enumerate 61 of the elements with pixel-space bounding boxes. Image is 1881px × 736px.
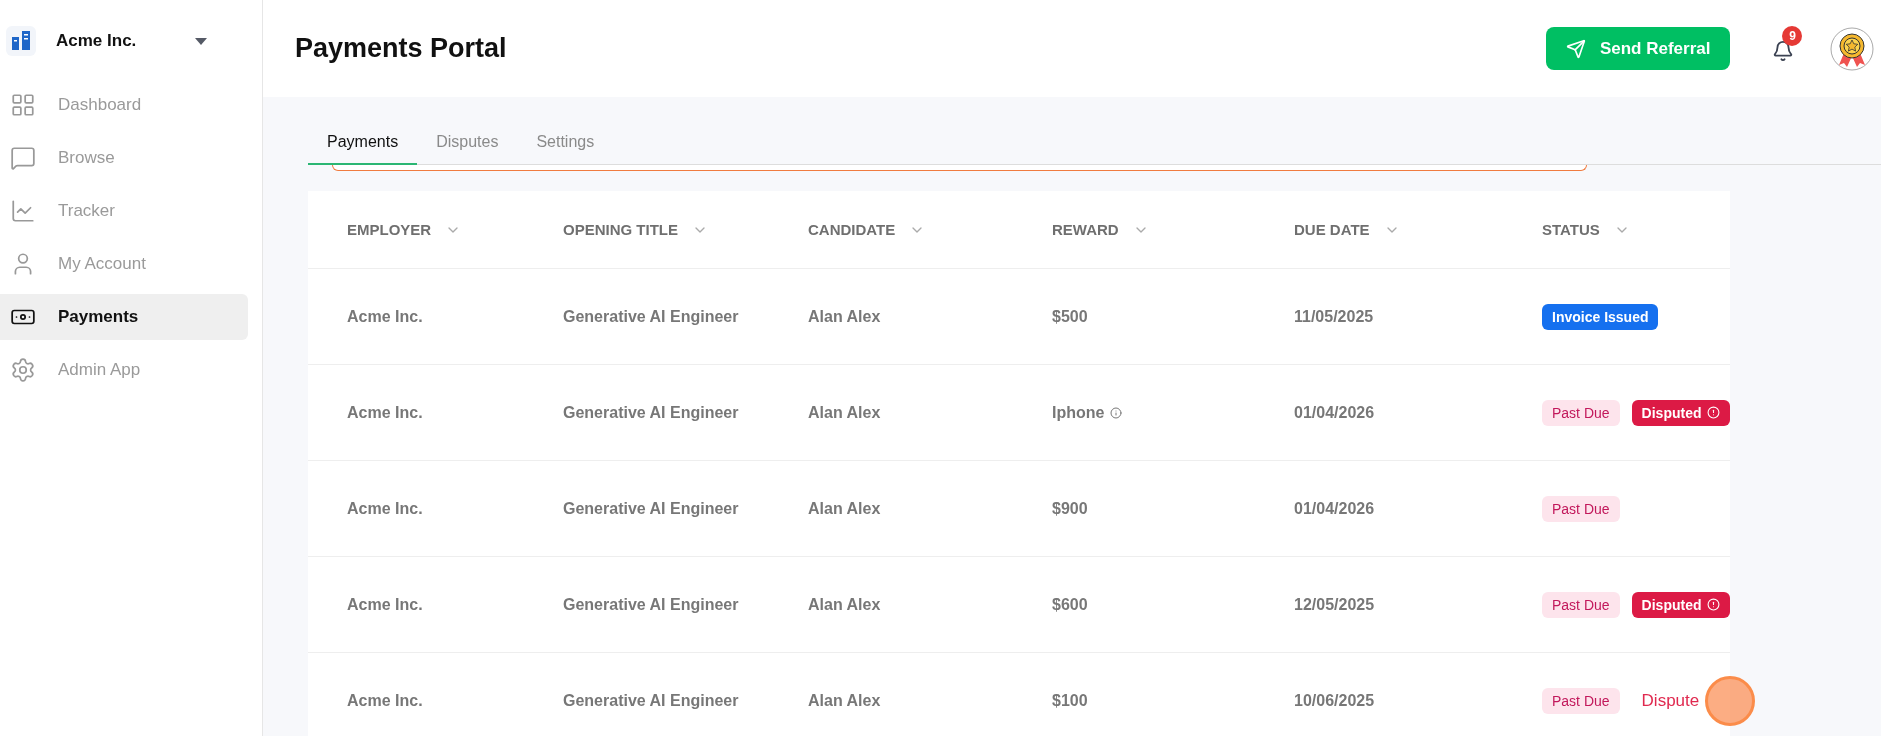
column-header[interactable]: REWARD <box>1052 221 1119 238</box>
candidate-cell: Alan Alex <box>808 691 881 710</box>
opening-title-cell: Generative AI Engineer <box>563 307 739 326</box>
bell-icon[interactable] <box>1772 39 1795 62</box>
sidebar-item[interactable]: Tracker <box>0 188 248 234</box>
reward-cell: $100 <box>1052 691 1088 710</box>
reward-cell: $900 <box>1052 499 1088 518</box>
due-date-cell: 11/05/2025 <box>1294 307 1374 326</box>
sidebar-item[interactable]: Browse <box>0 135 248 181</box>
tab[interactable]: Disputes <box>417 125 518 165</box>
column-header[interactable]: DUE DATE <box>1294 221 1370 238</box>
status-badge: Invoice Issued <box>1542 303 1659 330</box>
status-badge: Disputed <box>1631 591 1731 618</box>
due-date-cell: 10/06/2025 <box>1294 691 1375 710</box>
status-badge: Past Due <box>1542 591 1620 618</box>
opening-title-cell: Generative AI Engineer <box>563 691 739 710</box>
sidebar-item[interactable]: Payments <box>0 294 248 340</box>
settings-icon <box>10 357 36 383</box>
building-logo-icon <box>6 26 36 56</box>
column-header[interactable]: EMPLOYER <box>347 221 432 238</box>
organization-name[interactable]: Acme Inc. <box>56 31 194 51</box>
reward-cell: $600 <box>1052 595 1088 614</box>
status-badge: Past Due <box>1542 687 1620 714</box>
employer-cell: Acme Inc. <box>347 595 423 614</box>
due-date-cell: 01/04/2026 <box>1294 499 1375 518</box>
candidate-cell: Alan Alex <box>808 403 881 422</box>
page-title: Payments Portal <box>295 33 508 64</box>
grid-icon <box>10 92 36 118</box>
due-date-cell: 12/05/2025 <box>1294 595 1375 614</box>
reward-cell: Iphone <box>1052 403 1123 422</box>
sidebar-item[interactable]: Admin App <box>0 347 248 393</box>
status-badge: Past Due <box>1542 399 1620 426</box>
medal-avatar-icon[interactable] <box>1830 26 1875 71</box>
chat-icon <box>10 145 36 171</box>
caret-icon[interactable] <box>194 36 208 46</box>
opening-title-cell: Generative AI Engineer <box>563 403 739 422</box>
sidebar-item[interactable]: My Account <box>0 241 248 287</box>
column-header[interactable]: STATUS <box>1542 221 1600 238</box>
info-icon[interactable] <box>1110 406 1123 419</box>
employer-cell: Acme Inc. <box>347 307 423 326</box>
dispute-link[interactable]: Dispute <box>1631 690 1700 711</box>
employer-cell: Acme Inc. <box>347 403 423 422</box>
column-header[interactable]: OPENING TITLE <box>563 221 678 238</box>
chart-icon <box>10 198 36 224</box>
status-badge: Disputed <box>1631 399 1731 426</box>
opening-title-cell: Generative AI Engineer <box>563 595 739 614</box>
candidate-cell: Alan Alex <box>808 307 881 326</box>
send-icon <box>1565 38 1586 59</box>
employer-cell: Acme Inc. <box>347 499 423 518</box>
employer-cell: Acme Inc. <box>347 691 423 710</box>
due-date-cell: 01/04/2026 <box>1294 403 1375 422</box>
opening-title-cell: Generative AI Engineer <box>563 499 739 518</box>
candidate-cell: Alan Alex <box>808 595 881 614</box>
reward-cell: $500 <box>1052 307 1088 326</box>
status-badge: Past Due <box>1542 495 1620 522</box>
candidate-cell: Alan Alex <box>808 499 881 518</box>
click-indicator <box>1705 676 1755 726</box>
sidebar-item[interactable]: Dashboard <box>0 82 248 128</box>
column-header[interactable]: CANDIDATE <box>808 221 896 238</box>
notification-count: 9 <box>1782 25 1803 46</box>
tab[interactable]: Settings <box>517 125 614 165</box>
